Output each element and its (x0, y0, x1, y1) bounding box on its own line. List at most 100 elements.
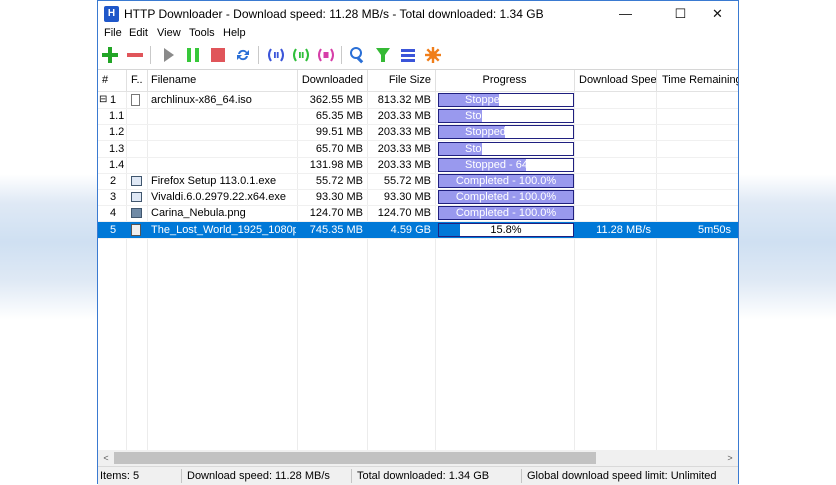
pause-button[interactable] (182, 44, 204, 66)
close-button[interactable]: ✕ (695, 1, 740, 27)
search-icon (350, 47, 364, 64)
file-exe-icon (131, 176, 142, 186)
progress-label: Completed - 100.0% (455, 207, 557, 220)
row-filename: Carina_Nebula.png (151, 207, 246, 220)
row-time-remaining (657, 124, 735, 140)
stop-icon (211, 48, 225, 62)
column-header-file-size[interactable]: File Size (367, 70, 435, 91)
column-header-time-remaining[interactable]: Time Remaining (662, 70, 738, 91)
add-download-button[interactable] (99, 44, 121, 66)
toolbar (98, 42, 738, 69)
row-file-size: 203.33 MB (377, 158, 431, 171)
menu-file[interactable]: File (104, 27, 122, 39)
column-header-file-type[interactable]: F.. (131, 70, 146, 91)
scroll-right-icon[interactable]: > (722, 450, 738, 466)
row-number: 1.4 (109, 158, 125, 171)
stop-queue-button[interactable] (315, 44, 337, 66)
file-image-icon (131, 208, 142, 219)
status-items: Items: 5 (100, 470, 140, 482)
menu-tools[interactable]: Tools (189, 27, 215, 39)
table-row[interactable]: 1.3 65.70 MB 203.33 MB Stopped - 32.3% (98, 141, 738, 158)
row-number: 1.1 (109, 110, 125, 123)
queue-button[interactable] (397, 44, 419, 66)
progress-bar: Stopped - 44.5% (438, 93, 574, 107)
row-filename (151, 157, 296, 173)
row-time-remaining (657, 189, 735, 205)
filter-button[interactable] (372, 44, 394, 66)
progress-label: 15.8% (490, 223, 522, 236)
table-row[interactable]: 1.2 99.51 MB 203.33 MB Stopped - 48.9% (98, 124, 738, 142)
row-file-size: 203.33 MB (377, 126, 431, 139)
file-exe-icon (131, 192, 142, 203)
row-time-remaining (657, 141, 735, 157)
pause-active-button[interactable] (265, 44, 287, 66)
status-bar: Items: 5 Download speed: 11.28 MB/s Tota… (98, 466, 738, 485)
row-file-size: 4.59 GB (390, 223, 431, 236)
row-file-size: 93.30 MB (383, 191, 431, 204)
row-downloaded: 55.72 MB (315, 175, 363, 187)
row-file-size: 55.72 MB (383, 175, 431, 187)
row-file-size: 813.32 MB (377, 94, 431, 106)
status-speed-limit: Global download speed limit: Unlimited (527, 470, 717, 482)
progress-bar: Completed - 100.0% (438, 174, 574, 188)
add-icon (102, 47, 118, 63)
title-bar[interactable]: H HTTP Downloader - Download speed: 11.2… (98, 1, 738, 27)
app-logo-icon: H (104, 6, 119, 22)
column-header-download-speed[interactable]: Download Speed (579, 70, 656, 91)
row-time-remaining (657, 92, 735, 108)
horizontal-scrollbar[interactable]: < > (98, 450, 738, 466)
progress-label: Stopped - 64.9% (465, 158, 547, 171)
table-row[interactable]: 1.1 65.35 MB 203.33 MB Stopped - 32.1% (98, 108, 738, 126)
row-number: 3 (110, 191, 117, 204)
row-filename: Firefox Setup 113.0.1.exe (151, 175, 277, 187)
row-filename: The_Lost_World_1925_1080p.mkv (151, 223, 296, 236)
stop-button[interactable] (207, 44, 229, 66)
column-header-filename[interactable]: Filename (151, 70, 295, 91)
menu-help[interactable]: Help (223, 27, 246, 39)
stop-queue-icon (318, 48, 334, 62)
row-number: 1.2 (109, 126, 125, 139)
options-button[interactable] (422, 44, 444, 66)
row-download-speed (575, 205, 655, 221)
table-row[interactable]: 4 Carina_Nebula.png 124.70 MB 124.70 MB Comp… (98, 205, 738, 223)
menu-bar: File Edit View Tools Help (98, 27, 738, 42)
row-downloaded: 65.35 MB (315, 110, 363, 123)
column-header-downloaded[interactable]: Downloaded (297, 70, 367, 91)
table-row[interactable]: 1.4 131.98 MB 203.33 MB Stopped - 64.9% (98, 157, 738, 174)
minimize-button[interactable]: — (603, 1, 648, 27)
progress-bar: 15.8% (438, 222, 574, 237)
progress-label: Stopped - 48.9% (465, 126, 547, 139)
restart-button[interactable] (232, 44, 254, 66)
table-row[interactable]: 5 The_Lost_World_1925_1080p.mkv 745.35 MB 4… (98, 221, 738, 239)
start-button[interactable] (157, 44, 179, 66)
row-time-remaining (657, 205, 735, 221)
scrollbar-thumb[interactable] (114, 452, 596, 464)
row-filename (151, 124, 296, 140)
row-file-size: 203.33 MB (377, 110, 431, 123)
row-downloaded: 131.98 MB (309, 158, 363, 171)
file-iso-icon (131, 94, 140, 106)
tree-collapse-icon[interactable]: ⊟ (99, 92, 109, 108)
row-download-speed (575, 108, 655, 124)
progress-label: Stopped - 32.3% (465, 142, 547, 155)
start-queue-button[interactable] (290, 44, 312, 66)
table-row[interactable]: ⊟ 1 archlinux-x86_64.iso 362.55 MB 813.32 MB… (98, 92, 738, 109)
row-number: 2 (110, 175, 117, 187)
pause-icon (187, 48, 199, 62)
column-header-progress[interactable]: Progress (435, 70, 574, 91)
table-row[interactable]: 3 Vivaldi.6.0.2979.22.x64.exe 93.30 MB 93.3… (98, 189, 738, 207)
row-number: 1 (110, 94, 117, 106)
menu-view[interactable]: View (157, 27, 181, 39)
row-download-speed (575, 173, 655, 189)
progress-label: Completed - 100.0% (455, 175, 557, 187)
column-header-number[interactable]: # (102, 70, 124, 91)
menu-edit[interactable]: Edit (129, 27, 148, 39)
progress-bar: Stopped - 64.9% (438, 157, 574, 172)
pause-active-icon (268, 48, 284, 62)
scroll-left-icon[interactable]: < (98, 450, 114, 466)
row-number: 4 (110, 207, 117, 220)
search-button[interactable] (347, 44, 369, 66)
remove-download-button[interactable] (124, 44, 146, 66)
table-row[interactable]: 2 Firefox Setup 113.0.1.exe 55.72 MB 55.72 … (98, 173, 738, 190)
download-list[interactable]: # F.. Filename Downloaded File Size Prog… (98, 69, 738, 450)
